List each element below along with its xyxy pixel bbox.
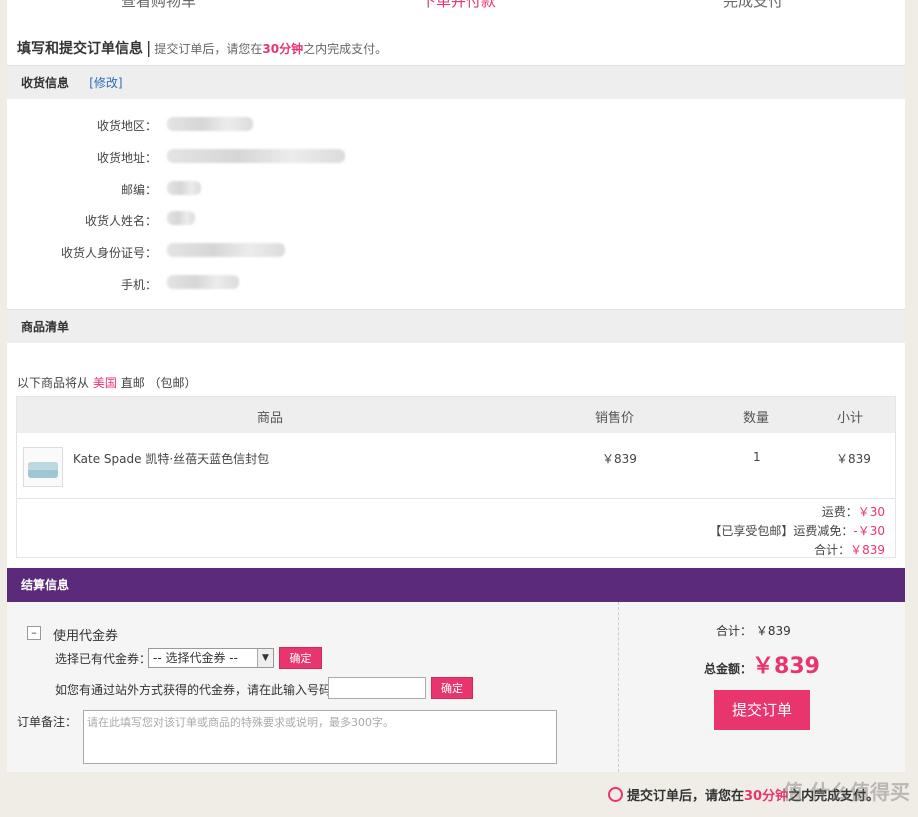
goods-total-line: 合计：￥839 [709,541,885,560]
checkout-divider [618,602,619,772]
ship-note-method: 直邮 [120,376,145,390]
goods-table: 商品 销售价 数量 小计 Kate Spade 凯特·丝蓓天蓝色信封包 ￥839… [16,396,896,558]
field-label-recipient-name: 收货人姓名： [84,214,157,228]
chevron-down-icon: ▼ [257,649,273,667]
goods-total-label: 合计： [814,543,851,557]
ship-note-prefix: 以下商品将从 [17,376,90,390]
product-thumbnail[interactable] [23,447,63,487]
footer-note-highlight: 30分钟 [744,789,789,804]
redacted-id-number [167,243,285,257]
coupon-collapse-toggle[interactable]: – [27,626,41,640]
shipping-fee-value: ￥30 [857,505,885,519]
column-header-product: 商品 [257,411,284,426]
column-header-price: 销售价 [595,411,635,426]
goods-section-header: 商品清单 [7,309,905,343]
checkout-sum: 合计： ￥839 [716,622,791,639]
coupon-select-value: -- 选择代金券 -- [153,651,238,665]
shipping-fee-line: 运费：￥30 [709,503,885,522]
redacted-phone [167,275,239,289]
footer-note-prefix: 提交订单后，请您在 [627,789,745,804]
column-header-quantity: 数量 [743,411,770,426]
shipping-section-header: 收货信息 [修改] [7,65,905,99]
payment-deadline-note: 提交订单后，请您在30分钟之内完成支付。 [154,42,387,56]
bag-flap [28,462,58,470]
field-label-address: 收货地址： [96,151,157,165]
field-label-region: 收货地区： [96,119,157,133]
progress-steps: 查看购物车 下单并付款 完成支付 [7,0,905,14]
shipping-fee-label: 运费： [821,505,858,519]
product-quantity: 1 [753,450,761,464]
checkout-panel: – 使用代金券 选择已有代金券： -- 选择代金券 -- ▼ 确定 如您有通过站… [7,602,905,772]
redacted-recipient-name [167,211,195,225]
redacted-zip [167,181,201,195]
checkout-sum-label: 合计： [716,624,753,638]
note-highlight: 30分钟 [262,42,304,56]
goods-section-title: 商品清单 [21,320,70,334]
note-prefix: 提交订单后，请您在 [154,42,263,56]
table-row: Kate Spade 凯特·丝蓓天蓝色信封包 ￥839 1 ￥839 [17,433,895,499]
checkout-total-value: ￥839 [752,654,820,679]
title-separator: | [146,38,152,57]
remark-label: 订单备注： [17,715,78,729]
product-price: ￥839 [602,452,637,466]
coupon-code-input[interactable] [328,677,426,699]
field-label-id-number: 收货人身份证号： [60,246,157,260]
discount-line: 【已享受包邮】运费减免：-￥30 [709,522,885,541]
shipping-origin-note: 以下商品将从 美国 直邮 （包邮） [17,374,197,391]
submit-order-button[interactable]: 提交订单 [714,690,810,730]
product-name[interactable]: Kate Spade 凯特·丝蓓天蓝色信封包 [73,450,269,467]
watermark-logo: 值 什么值得买 [783,780,910,804]
coupon-code-label: 如您有通过站外方式获得的代金券，请在此输入号码： [55,683,344,697]
shipping-section-title: 收货信息 [21,76,70,90]
confirm-coupon-button[interactable]: 确定 [279,647,322,669]
coupon-section-title: 使用代金券 [53,629,119,644]
checkout-total: 总金额：￥839 [704,648,820,680]
edit-address-link[interactable]: [修改] [89,76,122,90]
column-header-subtotal: 小计 [837,411,864,426]
ship-note-country: 美国 [92,376,117,390]
discount-label: 【已享受包邮】运费减免： [709,524,854,538]
field-label-phone: 手机： [120,278,157,292]
page-title-text: 填写和提交订单信息 [17,41,143,57]
goods-total-value: ￥839 [850,543,885,557]
coupon-select[interactable]: -- 选择代金券 -- ▼ [148,648,274,668]
ship-note-free-shipping: （包邮） [148,376,197,390]
step-view-cart: 查看购物车 [121,0,197,10]
field-label-zip: 邮编： [120,183,157,197]
step-complete-payment: 完成支付 [723,0,784,10]
checkout-sum-value: ￥839 [755,624,791,638]
checkout-total-label: 总金额： [704,662,753,676]
coupon-select-label: 选择已有代金券： [55,652,152,666]
redacted-region [167,117,253,131]
order-page: 查看购物车 下单并付款 完成支付 填写和提交订单信息 | 提交订单后，请您在30分钟… [7,0,905,772]
goods-table-header: 商品 销售价 数量 小计 [17,397,895,433]
clock-icon [608,787,623,802]
checkout-section-header: 结算信息 [7,568,905,602]
order-remark-textarea[interactable]: 请在此填写您对该订单或商品的特殊要求或说明，最多300字。 [83,710,557,764]
discount-value: -￥30 [853,524,885,538]
step-place-order: 下单并付款 [421,0,497,10]
fee-summary: 运费：￥30 【已享受包邮】运费减免：-￥30 合计：￥839 [709,503,885,560]
note-suffix: 之内完成支付。 [303,42,388,56]
confirm-code-button[interactable]: 确定 [431,677,473,699]
redacted-address [167,149,345,163]
page-title: 填写和提交订单信息 | 提交订单后，请您在30分钟之内完成支付。 [17,38,387,58]
product-subtotal: ￥839 [836,452,871,466]
checkout-section-title: 结算信息 [21,578,70,592]
